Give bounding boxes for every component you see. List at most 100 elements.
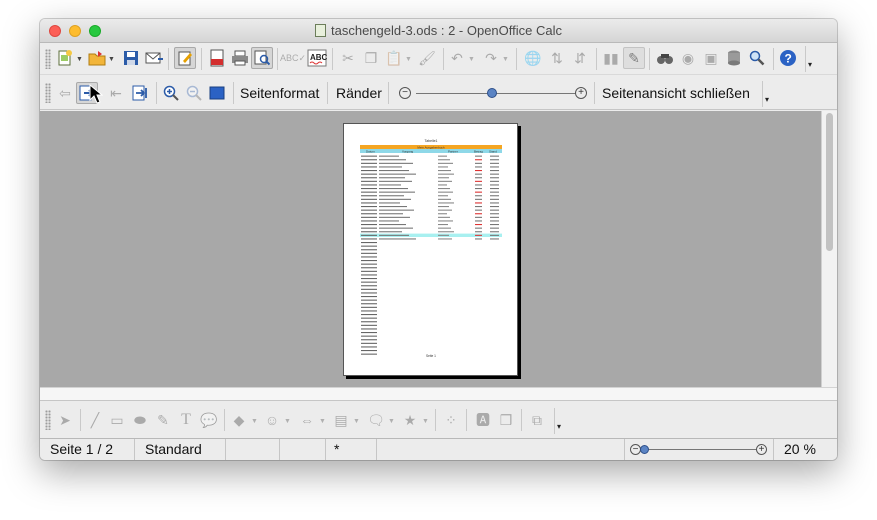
status-zoom-in-icon[interactable]: + [756, 444, 767, 455]
fontwork-icon[interactable]: 🅰 [472, 409, 494, 431]
clone-formatting-icon[interactable]: 🖌 [416, 47, 438, 69]
rectangle-icon[interactable]: ▭ [106, 409, 128, 431]
redo-dropdown-arrow[interactable]: ▼ [502, 56, 510, 63]
symbol-shapes-dropdown[interactable]: ▼ [284, 418, 292, 425]
navigator-icon[interactable]: ◉ [677, 47, 699, 69]
select-arrow-icon[interactable]: ➤ [54, 409, 76, 431]
symbol-shapes-icon[interactable]: ☺ [261, 409, 283, 431]
redo-icon[interactable]: ↷ [480, 47, 502, 69]
column-header-date: Datum [366, 149, 375, 153]
page-info[interactable]: Seite 1 / 2 [40, 439, 135, 460]
table-cell-line [361, 303, 377, 305]
vertical-scroll-thumb[interactable] [826, 113, 833, 251]
table-cell-line [361, 242, 377, 244]
zoom-in-icon[interactable] [160, 82, 182, 104]
callout-icon[interactable]: 💬 [198, 409, 220, 431]
table-cell-line [475, 184, 482, 186]
block-arrows-dropdown[interactable]: ▼ [319, 418, 327, 425]
gallery-icon[interactable]: ▣ [700, 47, 722, 69]
vertical-scrollbar[interactable] [821, 111, 837, 387]
page-preview-icon[interactable] [251, 47, 273, 69]
callouts-dropdown[interactable]: ▼ [388, 418, 396, 425]
zoom-percent[interactable]: 20 % [773, 439, 837, 460]
draw-functions-icon[interactable]: ✎ [623, 47, 645, 69]
status-zoom-thumb[interactable] [640, 445, 649, 454]
text-icon[interactable]: T [175, 409, 197, 431]
save-icon[interactable] [120, 47, 142, 69]
page-format-button[interactable]: Seitenformat [236, 84, 323, 104]
table-cell-line [475, 216, 482, 218]
preview-zoom-thumb[interactable] [487, 88, 497, 98]
toolbar-overflow-button[interactable]: ▾ [805, 46, 814, 72]
modified-indicator[interactable]: * [326, 439, 377, 460]
insert-mode-field[interactable] [280, 439, 326, 460]
table-cell-line [490, 170, 499, 172]
open-folder-icon[interactable] [86, 47, 108, 69]
align-icon[interactable]: ⧉ [526, 409, 548, 431]
data-sources-icon[interactable] [723, 47, 745, 69]
sort-ascending-icon[interactable]: ⇅ [546, 47, 568, 69]
chart-icon[interactable]: ▮▮ [600, 47, 622, 69]
page-style[interactable]: Standard [135, 439, 226, 460]
line-icon[interactable]: ╱ [84, 409, 106, 431]
copy-icon[interactable]: ❐ [360, 47, 382, 69]
table-cell-line [361, 267, 377, 269]
stars-dropdown[interactable]: ▼ [422, 418, 430, 425]
table-cell-line [379, 195, 404, 197]
autospellcheck-icon[interactable]: ABC [306, 47, 328, 69]
zoom-out-circle-icon[interactable]: − [399, 87, 411, 99]
drawing-toolbar: ➤ ╱ ▭ ⬬ ✎ T 💬 ◆ ▼ ☺ ▼ ⇔ ▼ ▤ ▼ 🗨 ▼ ★ ▼ ⁘ … [40, 402, 837, 438]
table-cell-line [361, 263, 377, 265]
freeform-icon[interactable]: ✎ [152, 409, 174, 431]
callouts-icon[interactable]: 🗨 [365, 409, 387, 431]
undo-dropdown-arrow[interactable]: ▼ [468, 56, 476, 63]
table-cell-line [361, 249, 377, 251]
flowchart-dropdown[interactable]: ▼ [353, 418, 361, 425]
extrusion-icon[interactable]: ❒ [495, 409, 517, 431]
basic-shapes-icon[interactable]: ◆ [228, 409, 250, 431]
paste-icon[interactable]: 📋 [383, 47, 405, 69]
find-replace-icon[interactable] [654, 47, 676, 69]
cut-icon[interactable]: ✂ [337, 47, 359, 69]
toolbar-overflow-button[interactable]: ▾ [554, 408, 563, 434]
table-cell-line [475, 177, 482, 179]
first-page-icon[interactable]: ⇤ [105, 82, 127, 104]
help-icon[interactable]: ? [777, 47, 799, 69]
zoom-in-circle-icon[interactable]: + [575, 87, 587, 99]
toolbar-overflow-button[interactable]: ▾ [762, 81, 771, 107]
horizontal-scrollbar[interactable] [40, 387, 837, 401]
print-icon[interactable] [229, 47, 251, 69]
table-cell-line [490, 209, 499, 211]
export-pdf-icon[interactable] [206, 47, 228, 69]
table-cell-line [379, 224, 406, 226]
language-field[interactable] [226, 439, 280, 460]
toolbar-grip[interactable] [45, 83, 51, 103]
close-preview-button[interactable]: Seitenansicht schließen [598, 84, 754, 104]
spellcheck-icon[interactable]: ABC✓ [280, 47, 306, 69]
status-zoom-track[interactable] [642, 449, 757, 450]
new-dropdown-arrow[interactable]: ▼ [76, 56, 84, 63]
zoom-icon[interactable] [746, 47, 768, 69]
new-document-icon[interactable] [54, 47, 76, 69]
edit-file-icon[interactable] [174, 47, 196, 69]
stars-icon[interactable]: ★ [399, 409, 421, 431]
previous-page-icon[interactable]: ⇦ [54, 82, 76, 104]
toolbar-grip[interactable] [45, 49, 51, 69]
paste-dropdown-arrow[interactable]: ▼ [405, 56, 413, 63]
points-icon[interactable]: ⁘ [440, 409, 462, 431]
email-icon[interactable] [143, 47, 165, 69]
full-screen-icon[interactable] [206, 82, 228, 104]
ellipse-icon[interactable]: ⬬ [129, 409, 151, 431]
flowchart-icon[interactable]: ▤ [330, 409, 352, 431]
toolbar-grip[interactable] [45, 410, 51, 430]
zoom-out-icon[interactable] [183, 82, 205, 104]
undo-icon[interactable]: ↶ [446, 47, 468, 69]
hyperlink-icon[interactable]: 🌐 [522, 47, 544, 69]
basic-shapes-dropdown[interactable]: ▼ [251, 418, 259, 425]
block-arrows-icon[interactable]: ⇔ [296, 409, 318, 431]
last-page-icon[interactable] [129, 82, 151, 104]
table-cell-line [438, 159, 450, 161]
open-dropdown-arrow[interactable]: ▼ [108, 56, 116, 63]
sort-descending-icon[interactable]: ⇵ [569, 47, 591, 69]
margins-button[interactable]: Ränder [332, 84, 386, 104]
